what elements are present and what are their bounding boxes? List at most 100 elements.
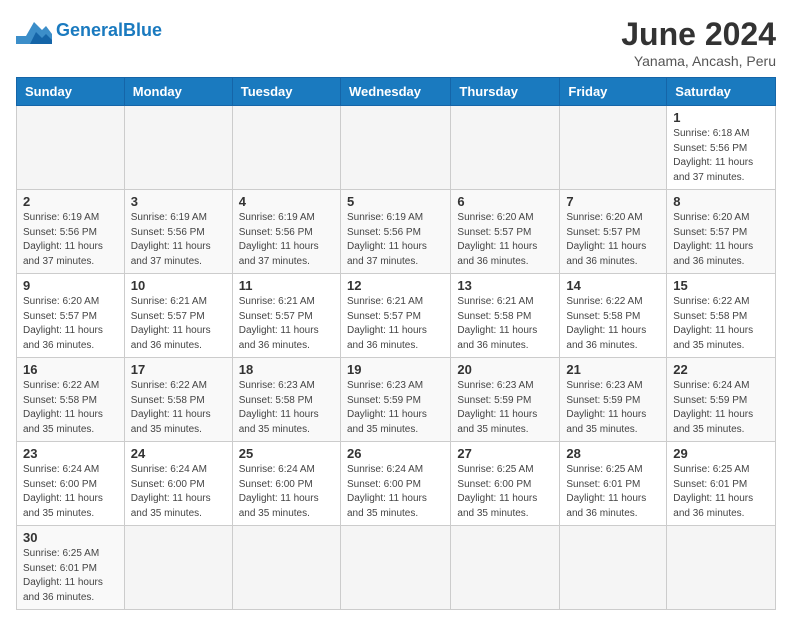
location: Yanama, Ancash, Peru (621, 53, 776, 69)
calendar-week-row: 16 Sunrise: 6:22 AMSunset: 5:58 PMDayligh… (17, 358, 776, 442)
calendar-cell (451, 526, 560, 610)
day-number: 1 (673, 110, 769, 125)
weekday-header-wednesday: Wednesday (340, 78, 450, 106)
day-info: Sunrise: 6:19 AMSunset: 5:56 PMDaylight:… (239, 211, 334, 269)
day-info: Sunrise: 6:24 AMSunset: 6:00 PMDaylight:… (23, 463, 118, 521)
day-info: Sunrise: 6:21 AMSunset: 5:58 PMDaylight:… (457, 295, 553, 353)
calendar-cell (232, 526, 340, 610)
calendar-cell: 28 Sunrise: 6:25 AMSunset: 6:01 PMDayligh… (560, 442, 667, 526)
calendar-cell (232, 106, 340, 190)
day-number: 26 (347, 446, 444, 461)
calendar-cell: 16 Sunrise: 6:22 AMSunset: 5:58 PMDayligh… (17, 358, 125, 442)
weekday-header-monday: Monday (124, 78, 232, 106)
logo-text: GeneralBlue (56, 20, 162, 41)
calendar-cell: 25Sunrise: 6:24 AMSunset: 6:00 PMDayligh… (232, 442, 340, 526)
calendar-cell: 10 Sunrise: 6:21 AMSunset: 5:57 PMDayligh… (124, 274, 232, 358)
calendar-week-row: 30 Sunrise: 6:25 AMSunset: 6:01 PMDayligh… (17, 526, 776, 610)
day-number: 4 (239, 194, 334, 209)
day-info: Sunrise: 6:25 AMSunset: 6:01 PMDaylight:… (566, 463, 660, 521)
calendar-cell (340, 106, 450, 190)
day-info: Sunrise: 6:24 AMSunset: 6:00 PMDaylight:… (347, 463, 444, 521)
day-info: Sunrise: 6:25 AMSunset: 6:01 PMDaylight:… (23, 547, 118, 605)
day-info: Sunrise: 6:20 AMSunset: 5:57 PMDaylight:… (566, 211, 660, 269)
day-info: Sunrise: 6:22 AMSunset: 5:58 PMDaylight:… (673, 295, 769, 353)
day-info: Sunrise: 6:23 AMSunset: 5:58 PMDaylight:… (239, 379, 334, 437)
calendar-cell: 11 Sunrise: 6:21 AMSunset: 5:57 PMDayligh… (232, 274, 340, 358)
calendar-cell: 3Sunrise: 6:19 AMSunset: 5:56 PMDaylight… (124, 190, 232, 274)
calendar-cell (560, 106, 667, 190)
day-info: Sunrise: 6:20 AMSunset: 5:57 PMDaylight:… (673, 211, 769, 269)
day-number: 16 (23, 362, 118, 377)
calendar-week-row: 2Sunrise: 6:19 AMSunset: 5:56 PMDaylight… (17, 190, 776, 274)
calendar-cell: 29 Sunrise: 6:25 AMSunset: 6:01 PMDayligh… (667, 442, 776, 526)
day-info: Sunrise: 6:18 AMSunset: 5:56 PMDaylight:… (673, 127, 769, 185)
day-number: 14 (566, 278, 660, 293)
logo-icon (16, 16, 52, 44)
calendar-cell: 15 Sunrise: 6:22 AMSunset: 5:58 PMDayligh… (667, 274, 776, 358)
day-number: 15 (673, 278, 769, 293)
calendar-cell: 26 Sunrise: 6:24 AMSunset: 6:00 PMDayligh… (340, 442, 450, 526)
day-number: 6 (457, 194, 553, 209)
calendar-week-row: 9 Sunrise: 6:20 AMSunset: 5:57 PMDaylight… (17, 274, 776, 358)
day-number: 22 (673, 362, 769, 377)
calendar-cell (17, 106, 125, 190)
calendar-cell: 30 Sunrise: 6:25 AMSunset: 6:01 PMDayligh… (17, 526, 125, 610)
day-number: 27 (457, 446, 553, 461)
day-number: 29 (673, 446, 769, 461)
calendar-cell: 23 Sunrise: 6:24 AMSunset: 6:00 PMDayligh… (17, 442, 125, 526)
day-info: Sunrise: 6:20 AMSunset: 5:57 PMDaylight:… (23, 295, 118, 353)
day-number: 9 (23, 278, 118, 293)
calendar-cell: 17Sunrise: 6:22 AMSunset: 5:58 PMDayligh… (124, 358, 232, 442)
calendar-week-row: 23 Sunrise: 6:24 AMSunset: 6:00 PMDayligh… (17, 442, 776, 526)
title-block: June 2024 Yanama, Ancash, Peru (621, 16, 776, 69)
day-number: 23 (23, 446, 118, 461)
calendar-cell: 6 Sunrise: 6:20 AMSunset: 5:57 PMDaylight… (451, 190, 560, 274)
calendar-cell: 27Sunrise: 6:25 AMSunset: 6:00 PMDayligh… (451, 442, 560, 526)
month-title: June 2024 (621, 16, 776, 53)
weekday-header-friday: Friday (560, 78, 667, 106)
day-info: Sunrise: 6:21 AMSunset: 5:57 PMDaylight:… (239, 295, 334, 353)
day-info: Sunrise: 6:21 AMSunset: 5:57 PMDaylight:… (131, 295, 226, 353)
calendar-cell (560, 526, 667, 610)
day-number: 8 (673, 194, 769, 209)
day-info: Sunrise: 6:24 AMSunset: 6:00 PMDaylight:… (131, 463, 226, 521)
day-number: 24 (131, 446, 226, 461)
day-info: Sunrise: 6:19 AMSunset: 5:56 PMDaylight:… (23, 211, 118, 269)
logo: GeneralBlue (16, 16, 162, 44)
day-number: 11 (239, 278, 334, 293)
calendar-cell: 7Sunrise: 6:20 AMSunset: 5:57 PMDaylight… (560, 190, 667, 274)
day-info: Sunrise: 6:22 AMSunset: 5:58 PMDaylight:… (131, 379, 226, 437)
calendar-cell: 14 Sunrise: 6:22 AMSunset: 5:58 PMDayligh… (560, 274, 667, 358)
day-info: Sunrise: 6:24 AMSunset: 6:00 PMDaylight:… (239, 463, 334, 521)
day-info: Sunrise: 6:25 AMSunset: 6:01 PMDaylight:… (673, 463, 769, 521)
day-number: 18 (239, 362, 334, 377)
day-number: 19 (347, 362, 444, 377)
day-info: Sunrise: 6:19 AMSunset: 5:56 PMDaylight:… (131, 211, 226, 269)
calendar-cell: 18 Sunrise: 6:23 AMSunset: 5:58 PMDayligh… (232, 358, 340, 442)
day-number: 5 (347, 194, 444, 209)
calendar-cell (451, 106, 560, 190)
calendar-cell: 8 Sunrise: 6:20 AMSunset: 5:57 PMDaylight… (667, 190, 776, 274)
day-number: 30 (23, 530, 118, 545)
calendar-cell: 13Sunrise: 6:21 AMSunset: 5:58 PMDayligh… (451, 274, 560, 358)
day-info: Sunrise: 6:22 AMSunset: 5:58 PMDaylight:… (23, 379, 118, 437)
day-number: 10 (131, 278, 226, 293)
day-number: 28 (566, 446, 660, 461)
calendar-cell: 24 Sunrise: 6:24 AMSunset: 6:00 PMDayligh… (124, 442, 232, 526)
day-info: Sunrise: 6:21 AMSunset: 5:57 PMDaylight:… (347, 295, 444, 353)
calendar-cell (667, 526, 776, 610)
weekday-header-sunday: Sunday (17, 78, 125, 106)
day-info: Sunrise: 6:23 AMSunset: 5:59 PMDaylight:… (347, 379, 444, 437)
calendar-cell: 20Sunrise: 6:23 AMSunset: 5:59 PMDayligh… (451, 358, 560, 442)
day-number: 20 (457, 362, 553, 377)
day-number: 21 (566, 362, 660, 377)
calendar-cell: 12 Sunrise: 6:21 AMSunset: 5:57 PMDayligh… (340, 274, 450, 358)
calendar-table: SundayMondayTuesdayWednesdayThursdayFrid… (16, 77, 776, 610)
day-number: 12 (347, 278, 444, 293)
calendar-cell: 9 Sunrise: 6:20 AMSunset: 5:57 PMDaylight… (17, 274, 125, 358)
day-info: Sunrise: 6:22 AMSunset: 5:58 PMDaylight:… (566, 295, 660, 353)
day-info: Sunrise: 6:20 AMSunset: 5:57 PMDaylight:… (457, 211, 553, 269)
calendar-week-row: 1 Sunrise: 6:18 AMSunset: 5:56 PMDaylight… (17, 106, 776, 190)
weekday-header-row: SundayMondayTuesdayWednesdayThursdayFrid… (17, 78, 776, 106)
weekday-header-tuesday: Tuesday (232, 78, 340, 106)
